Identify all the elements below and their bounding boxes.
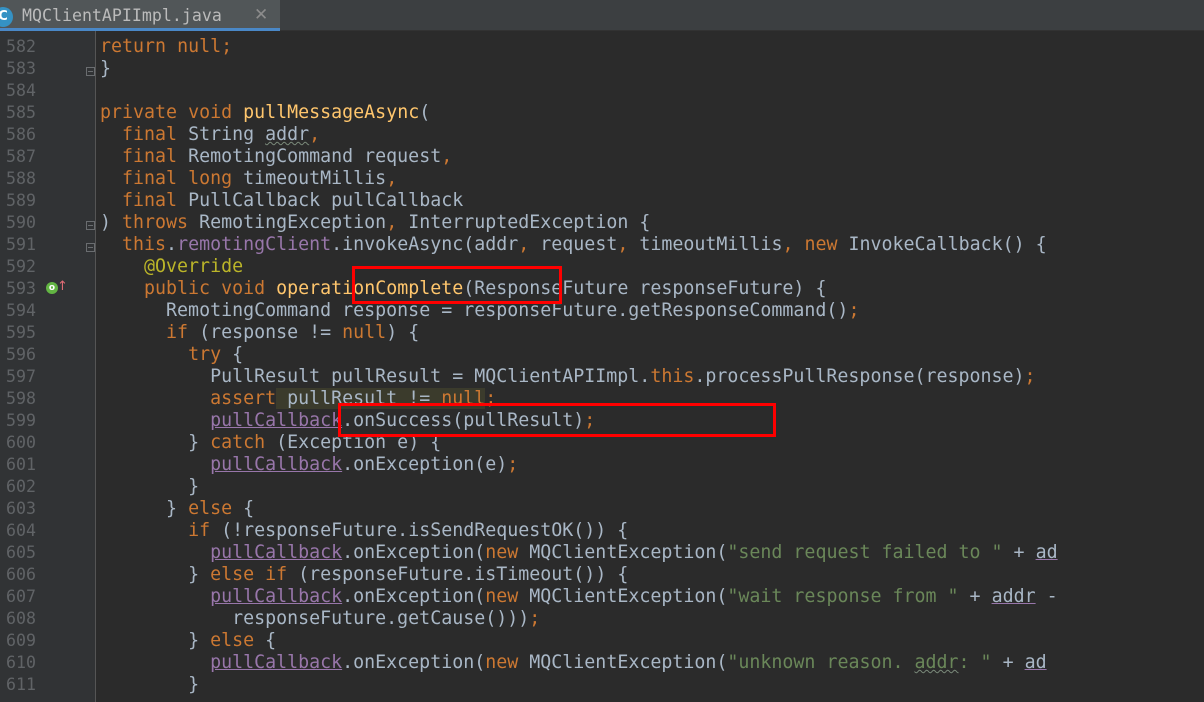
line-number: 587 xyxy=(6,147,36,166)
tab-title: MQClientAPIImpl.java xyxy=(22,6,222,25)
code-line: 583 } xyxy=(0,58,1204,80)
code-line: 585 private void pullMessageAsync( xyxy=(0,102,1204,124)
code-text[interactable]: } else { xyxy=(100,630,276,652)
code-text[interactable]: } xyxy=(100,674,199,696)
code-editor[interactable]: 582 return null; 583 } 584 585 private v… xyxy=(0,31,1204,702)
code-text[interactable]: pullCallback.onException(new MQClientExc… xyxy=(100,542,1058,564)
code-line: 601 pullCallback.onException(e); xyxy=(0,454,1204,476)
line-number: 592 xyxy=(6,257,36,276)
code-text[interactable]: } xyxy=(100,476,199,498)
code-line: 591 this.remotingClient.invokeAsync(addr… xyxy=(0,234,1204,256)
line-number: 594 xyxy=(6,301,36,320)
line-number: 606 xyxy=(6,565,36,584)
code-line: 605 pullCallback.onException(new MQClien… xyxy=(0,542,1204,564)
line-number: 595 xyxy=(6,323,36,342)
code-text[interactable]: } else { xyxy=(100,498,254,520)
line-number: 590 xyxy=(6,213,36,232)
close-icon[interactable]: ✕ xyxy=(254,5,268,25)
code-line: 588 final long timeoutMillis, xyxy=(0,168,1204,190)
line-number: 598 xyxy=(6,389,36,408)
code-line: 607 pullCallback.onException(new MQClien… xyxy=(0,586,1204,608)
highlight-box-on-success xyxy=(338,403,776,437)
code-line: 604 if (!responseFuture.isSendRequestOK(… xyxy=(0,520,1204,542)
code-line: 594 RemotingCommand response = responseF… xyxy=(0,300,1204,322)
code-text[interactable]: } else if (responseFuture.isTimeout()) { xyxy=(100,564,628,586)
code-line: 584 xyxy=(0,80,1204,102)
code-line: 592 @Override xyxy=(0,256,1204,278)
code-text[interactable]: try { xyxy=(100,344,243,366)
java-class-icon: C xyxy=(0,7,13,27)
code-text[interactable]: if (!responseFuture.isSendRequestOK()) { xyxy=(100,520,628,542)
code-text[interactable]: private void pullMessageAsync( xyxy=(100,102,430,124)
code-text[interactable]: pullCallback.onException(new MQClientExc… xyxy=(100,652,1047,674)
code-line: 611 } xyxy=(0,674,1204,696)
line-number: 607 xyxy=(6,587,36,606)
line-number: 604 xyxy=(6,521,36,540)
line-number: 586 xyxy=(6,125,36,144)
code-text[interactable]: responseFuture.getCause())); xyxy=(100,608,540,630)
code-line: 586 final String addr, xyxy=(0,124,1204,146)
line-number: 591 xyxy=(6,235,36,254)
line-number: 585 xyxy=(6,103,36,122)
line-number: 588 xyxy=(6,169,36,188)
line-number: 602 xyxy=(6,477,36,496)
code-text[interactable]: pullCallback.onException(e); xyxy=(100,454,518,476)
code-text[interactable]: @Override xyxy=(100,256,243,278)
line-number: 596 xyxy=(6,345,36,364)
code-line: 590 ) throws RemotingException, Interrup… xyxy=(0,212,1204,234)
code-line: 602 } xyxy=(0,476,1204,498)
line-number: 597 xyxy=(6,367,36,386)
code-line: 603 } else { xyxy=(0,498,1204,520)
line-number: 599 xyxy=(6,411,36,430)
line-number: 593 xyxy=(6,279,36,298)
line-number: 600 xyxy=(6,433,36,452)
code-line: 609 } else { xyxy=(0,630,1204,652)
code-line: 589 final PullCallback pullCallback xyxy=(0,190,1204,212)
code-line: 587 final RemotingCommand request, xyxy=(0,146,1204,168)
code-text[interactable]: this.remotingClient.invokeAsync(addr, re… xyxy=(100,234,1047,256)
code-text[interactable]: pullCallback.onException(new MQClientExc… xyxy=(100,586,1058,608)
code-text[interactable]: ) throws RemotingException, InterruptedE… xyxy=(100,212,650,234)
up-arrow-icon: ↑ xyxy=(57,279,68,294)
line-number: 582 xyxy=(6,37,36,56)
code-line: 595 if (response != null) { xyxy=(0,322,1204,344)
line-number: 610 xyxy=(6,653,36,672)
line-number: 583 xyxy=(6,59,36,78)
code-line: 597 PullResult pullResult = MQClientAPII… xyxy=(0,366,1204,388)
highlight-box-operation-complete xyxy=(352,266,562,304)
code-text[interactable]: } xyxy=(100,58,111,80)
code-text[interactable]: return null; xyxy=(100,36,232,58)
line-number: 605 xyxy=(6,543,36,562)
code-line: 610 pullCallback.onException(new MQClien… xyxy=(0,652,1204,674)
code-text[interactable]: if (response != null) { xyxy=(100,322,419,344)
line-number: 609 xyxy=(6,631,36,650)
editor-tab[interactable]: C MQClientAPIImpl.java ✕ xyxy=(0,0,280,31)
code-line: 593 o ↑ public void operationComplete(Re… xyxy=(0,278,1204,300)
line-number: 603 xyxy=(6,499,36,518)
code-text[interactable]: final long timeoutMillis, xyxy=(100,168,397,190)
code-text[interactable]: final PullCallback pullCallback xyxy=(100,190,463,212)
code-text[interactable]: final String addr, xyxy=(100,124,320,146)
editor-tab-bar: C MQClientAPIImpl.java ✕ xyxy=(0,0,1204,31)
code-text[interactable]: final RemotingCommand request, xyxy=(100,146,452,168)
line-number: 584 xyxy=(6,81,36,100)
code-line: 596 try { xyxy=(0,344,1204,366)
line-number: 589 xyxy=(6,191,36,210)
code-line: 608 responseFuture.getCause())); xyxy=(0,608,1204,630)
line-number: 601 xyxy=(6,455,36,474)
code-line: 582 return null; xyxy=(0,36,1204,58)
line-number: 611 xyxy=(6,675,36,694)
line-number: 608 xyxy=(6,609,36,628)
code-text[interactable]: PullResult pullResult = MQClientAPIImpl.… xyxy=(100,366,1035,388)
code-line: 606 } else if (responseFuture.isTimeout(… xyxy=(0,564,1204,586)
